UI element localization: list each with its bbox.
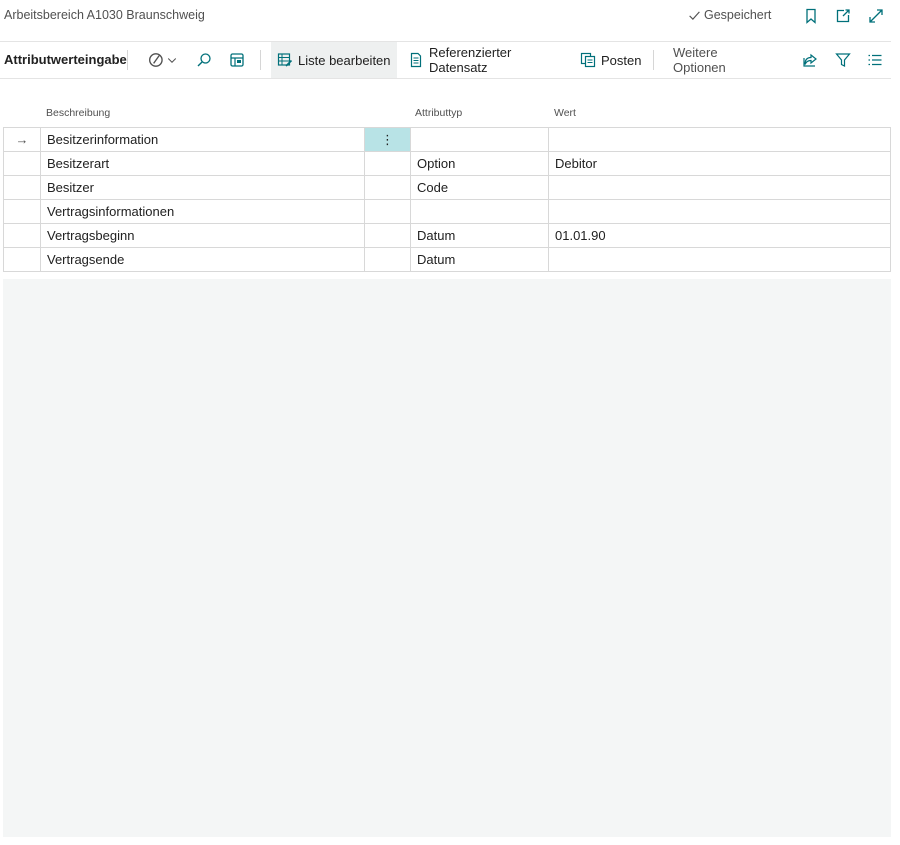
row-menu-cell[interactable] xyxy=(364,151,411,176)
row-menu-cell[interactable] xyxy=(364,223,411,248)
divider xyxy=(260,50,261,70)
check-icon xyxy=(689,10,700,20)
share-icon xyxy=(803,53,817,67)
cell-attribute-type[interactable] xyxy=(410,127,549,152)
grid-empty-area xyxy=(3,279,891,837)
open-new-window-icon[interactable] xyxy=(833,6,853,26)
row-selector[interactable] xyxy=(3,175,41,200)
cell-description[interactable]: Vertragsbeginn xyxy=(40,223,365,248)
row-menu-cell[interactable] xyxy=(364,199,411,224)
cell-description[interactable]: Besitzerinformation xyxy=(40,127,365,152)
table-row[interactable]: Vertragsinformationen xyxy=(3,199,891,224)
cell-description[interactable]: Vertragsende xyxy=(40,247,365,272)
search-button[interactable] xyxy=(193,50,215,70)
edit-list-icon xyxy=(277,53,293,67)
action-bar: Attributwerteingabe Liste bearbeiten Ref… xyxy=(0,41,891,79)
row-selector[interactable] xyxy=(3,199,41,224)
cell-value[interactable]: Debitor xyxy=(548,151,891,176)
cell-attribute-type[interactable]: Datum xyxy=(410,247,549,272)
document-icon xyxy=(410,52,422,68)
edit-list-button[interactable]: Liste bearbeiten xyxy=(271,42,397,78)
dynamics-copilot-dropdown[interactable] xyxy=(146,50,180,70)
table-row[interactable]: Vertragsende Datum xyxy=(3,247,891,272)
column-header-description[interactable]: Beschreibung xyxy=(46,107,110,119)
row-menu-cell[interactable] xyxy=(364,175,411,200)
row-actions-menu-icon[interactable]: ⋮ xyxy=(364,127,411,152)
cell-description[interactable]: Besitzer xyxy=(40,175,365,200)
entries-button[interactable]: Posten xyxy=(574,42,642,78)
bookmark-icon[interactable] xyxy=(801,6,821,26)
cell-attribute-type[interactable]: Option xyxy=(410,151,549,176)
share-button[interactable] xyxy=(799,50,821,70)
attribute-value-grid: → Besitzerinformation ⋮ Besitzerart Opti… xyxy=(3,127,891,272)
referenced-record-label: Referenzierter Datensatz xyxy=(429,45,512,75)
show-filter-pane-button[interactable] xyxy=(226,50,248,70)
cell-value[interactable] xyxy=(548,199,891,224)
saved-status: Gespeichert xyxy=(688,8,771,22)
list-view-button[interactable] xyxy=(864,50,886,70)
row-selector[interactable] xyxy=(3,151,41,176)
divider xyxy=(127,50,128,70)
cell-attribute-type[interactable]: Code xyxy=(410,175,549,200)
list-icon xyxy=(868,54,882,66)
chevron-down-icon xyxy=(167,58,177,63)
more-options-label: Weitere Optionen xyxy=(673,45,726,75)
row-selected-arrow-icon[interactable]: → xyxy=(3,127,41,152)
ledger-entries-icon xyxy=(580,52,596,68)
page-caption: Attributwerteingabe xyxy=(4,52,127,67)
cell-value[interactable] xyxy=(548,175,891,200)
cell-attribute-type[interactable]: Datum xyxy=(410,223,549,248)
filter-button[interactable] xyxy=(832,50,854,70)
cell-value[interactable] xyxy=(548,127,891,152)
cell-value[interactable]: 01.01.90 xyxy=(548,223,891,248)
form-view-icon xyxy=(230,53,244,67)
saved-status-label: Gespeichert xyxy=(704,8,772,22)
table-row[interactable]: Besitzerart Option Debitor xyxy=(3,151,891,176)
search-icon xyxy=(197,53,211,67)
expand-icon[interactable] xyxy=(866,6,886,26)
row-selector[interactable] xyxy=(3,223,41,248)
row-menu-cell[interactable] xyxy=(364,247,411,272)
divider xyxy=(653,50,654,70)
edit-list-label: Liste bearbeiten xyxy=(298,52,391,68)
row-selector[interactable] xyxy=(3,247,41,272)
page-title: Arbeitsbereich A1030 Braunschweig xyxy=(4,8,205,22)
filter-icon xyxy=(835,53,851,67)
table-row[interactable]: → Besitzerinformation ⋮ xyxy=(3,127,891,152)
column-header-value[interactable]: Wert xyxy=(554,107,576,119)
referenced-record-button[interactable]: Referenzierter Datensatz xyxy=(402,42,566,78)
cell-value[interactable] xyxy=(548,247,891,272)
cell-description[interactable]: Besitzerart xyxy=(40,151,365,176)
title-bar: Arbeitsbereich A1030 Braunschweig Gespei… xyxy=(0,0,900,36)
cell-description[interactable]: Vertragsinformationen xyxy=(40,199,365,224)
cell-attribute-type[interactable] xyxy=(410,199,549,224)
table-row[interactable]: Vertragsbeginn Datum 01.01.90 xyxy=(3,223,891,248)
more-options-button[interactable]: Weitere Optionen xyxy=(667,42,779,78)
entries-label: Posten xyxy=(601,52,642,68)
column-header-attribute-type[interactable]: Attributtyp xyxy=(415,107,462,119)
table-row[interactable]: Besitzer Code xyxy=(3,175,891,200)
edit-in-excel-icon xyxy=(149,53,163,67)
